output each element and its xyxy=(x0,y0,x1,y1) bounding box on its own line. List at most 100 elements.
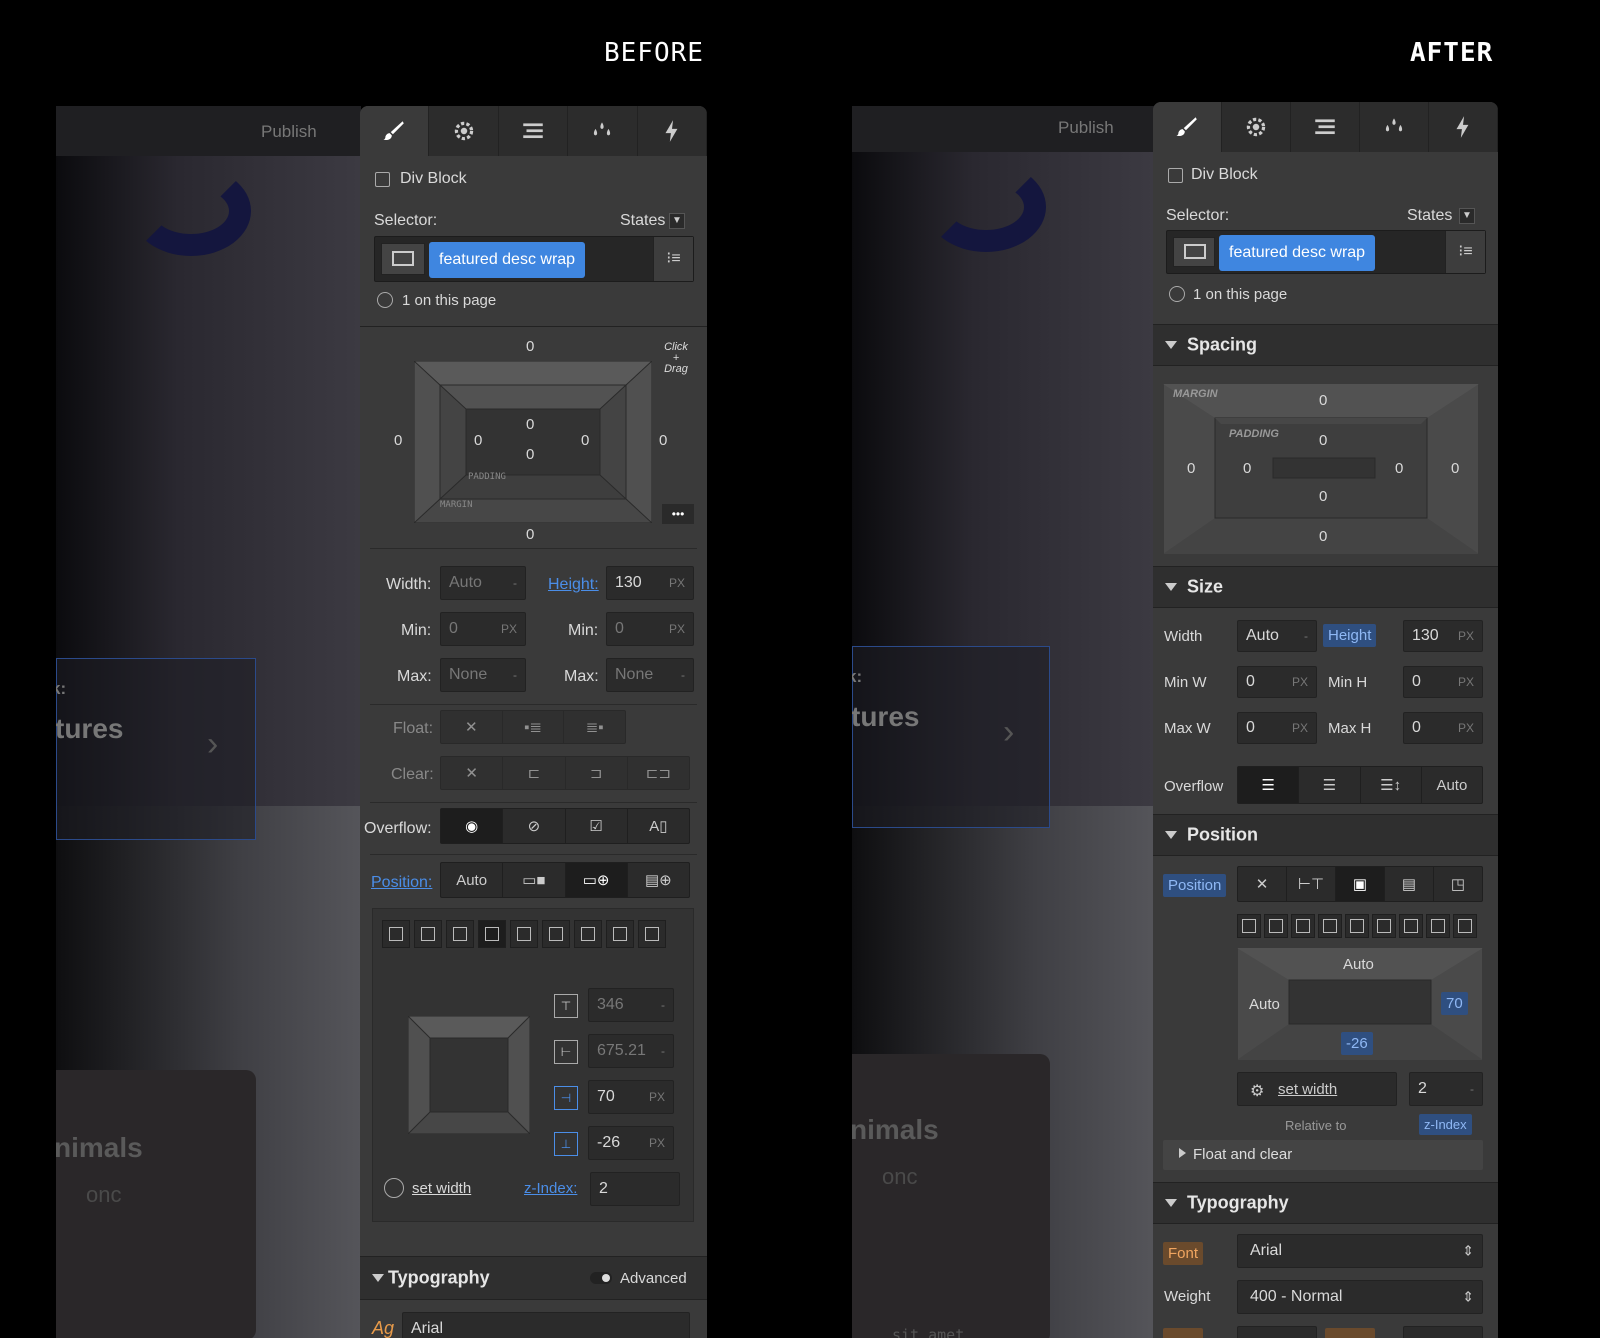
preset-bottom-right-icon[interactable] xyxy=(478,920,506,948)
position-relative-icon[interactable]: ⊢⊤ xyxy=(1287,867,1336,901)
margin-bottom[interactable]: 0 xyxy=(1319,528,1327,545)
font-size-input[interactable] xyxy=(1237,1326,1317,1338)
tab-style[interactable] xyxy=(360,106,430,156)
min-height-input[interactable]: 0 PX xyxy=(606,612,694,646)
preset-top-right-icon[interactable] xyxy=(414,920,442,948)
preset-top-icon[interactable] xyxy=(1426,914,1450,938)
min-width-input[interactable]: 0 PX xyxy=(1237,666,1317,698)
tab-navigator[interactable] xyxy=(1291,102,1360,152)
float-control[interactable]: ✕ ▪≣ ≣▪ xyxy=(440,710,626,744)
preset-top-left-icon[interactable] xyxy=(382,920,410,948)
margin-top[interactable]: 0 xyxy=(526,338,534,355)
set-width-button[interactable]: ⚙ set width xyxy=(1237,1072,1397,1106)
clear-right-icon[interactable]: ⊐ xyxy=(566,757,628,789)
overflow-scroll-icon[interactable]: ☰↕ xyxy=(1361,767,1422,803)
left-offset-input[interactable]: 675.21- xyxy=(588,1034,674,1068)
overflow-hidden-icon[interactable]: ☰ xyxy=(1299,767,1361,803)
selector-menu-icon[interactable]: ⁝≡ xyxy=(653,237,693,281)
class-chip[interactable]: featured desc wrap xyxy=(429,242,586,278)
max-width-input[interactable]: 0 PX xyxy=(1237,712,1317,744)
top-offset[interactable]: Auto xyxy=(1343,956,1374,973)
padding-top[interactable]: 0 xyxy=(1319,432,1327,449)
selector-menu-icon[interactable]: ⁝≡ xyxy=(1445,231,1485,273)
preset-bottom-right-icon[interactable] xyxy=(1318,914,1342,938)
left-offset[interactable]: Auto xyxy=(1249,996,1280,1013)
clear-both-icon[interactable]: ⊏⊐ xyxy=(628,757,689,789)
min-width-input[interactable]: 0 PX xyxy=(440,612,526,646)
float-none-icon[interactable]: ✕ xyxy=(441,711,503,743)
height-label[interactable]: Height xyxy=(1323,624,1377,647)
preset-left-icon[interactable] xyxy=(510,920,538,948)
zindex-input[interactable]: 2- xyxy=(1409,1072,1483,1106)
featured-card[interactable]: k: tures › xyxy=(852,646,1050,828)
line-height-input[interactable] xyxy=(1403,1326,1483,1338)
position-control[interactable]: Auto ▭■ ▭⊕ ▤⊕ xyxy=(440,862,690,898)
clear-left-icon[interactable]: ⊏ xyxy=(503,757,566,789)
zindex-label[interactable]: z-Index xyxy=(1419,1114,1472,1135)
spacing-section-header[interactable]: Spacing xyxy=(1153,324,1498,366)
margin-left[interactable]: 0 xyxy=(1187,460,1195,477)
preset-right-icon[interactable] xyxy=(1372,914,1396,938)
padding-bottom[interactable]: 0 xyxy=(1319,488,1327,505)
position-absolute-icon[interactable]: ▭⊕ xyxy=(565,863,628,897)
padding-bottom[interactable]: 0 xyxy=(526,446,534,463)
position-label[interactable]: Position xyxy=(1163,874,1227,897)
tab-settings[interactable] xyxy=(429,106,499,156)
preset-top-right-icon[interactable] xyxy=(1264,914,1288,938)
tab-interactions[interactable] xyxy=(638,106,707,156)
preset-bottom-left-icon[interactable] xyxy=(446,920,474,948)
position-sticky-icon[interactable]: ◳ xyxy=(1434,867,1482,901)
padding-left[interactable]: 0 xyxy=(1243,460,1251,477)
max-height-input[interactable]: 0 PX xyxy=(1403,712,1483,744)
height-label[interactable]: Height: xyxy=(548,576,599,594)
margin-bottom[interactable]: 0 xyxy=(526,526,534,543)
max-width-input[interactable]: None - xyxy=(440,658,526,692)
preset-top-icon[interactable] xyxy=(606,920,634,948)
overflow-auto[interactable]: Auto xyxy=(1422,767,1482,803)
right-offset[interactable]: 70 xyxy=(1441,992,1468,1015)
featured-card[interactable]: k: tures › xyxy=(56,658,256,840)
position-auto[interactable]: Auto xyxy=(441,863,504,897)
font-select[interactable]: Arial ⇕ xyxy=(1237,1234,1483,1268)
size-section-header[interactable]: Size xyxy=(1153,566,1498,608)
height-input[interactable]: 130 PX xyxy=(606,566,694,600)
typography-section-header[interactable]: Typography xyxy=(1153,1182,1498,1224)
preset-bottom-icon[interactable] xyxy=(574,920,602,948)
desktop-icon[interactable] xyxy=(381,243,425,275)
publish-button[interactable]: Publish xyxy=(1058,118,1114,138)
auto-icon[interactable]: A▯ xyxy=(628,809,689,843)
margin-right[interactable]: 0 xyxy=(1451,460,1459,477)
padding-right[interactable]: 0 xyxy=(581,432,589,449)
overflow-control[interactable]: ◉ ⊘ ☑ A▯ xyxy=(440,808,690,844)
clear-none-icon[interactable]: ✕ xyxy=(441,757,504,789)
preset-full-icon[interactable] xyxy=(638,920,666,948)
preset-left-icon[interactable] xyxy=(1345,914,1369,938)
class-chip[interactable]: featured desc wrap xyxy=(1219,235,1376,271)
padding-top[interactable]: 0 xyxy=(526,416,534,433)
font-label[interactable]: Font xyxy=(1163,1242,1204,1265)
float-right-icon[interactable]: ≣▪ xyxy=(564,711,625,743)
preset-full-icon[interactable] xyxy=(1453,914,1477,938)
states-dropdown-icon[interactable]: ▼ xyxy=(669,213,685,229)
tab-interactions[interactable] xyxy=(1429,102,1498,152)
font-select[interactable]: Arial xyxy=(402,1312,690,1338)
scroll-icon[interactable]: ☑ xyxy=(566,809,628,843)
line-height-badge[interactable] xyxy=(1325,1328,1375,1338)
bottom-offset-input[interactable]: -26 PX xyxy=(588,1126,674,1160)
bottom-offset[interactable]: -26 xyxy=(1341,1032,1373,1055)
margin-left[interactable]: 0 xyxy=(394,432,402,449)
height-input[interactable]: 130 PX xyxy=(1403,620,1483,652)
zindex-input[interactable]: 2 xyxy=(590,1172,680,1206)
more-icon[interactable]: ••• xyxy=(662,504,694,524)
right-offset-input[interactable]: 70 PX xyxy=(588,1080,674,1114)
eye-off-icon[interactable]: ⊘ xyxy=(503,809,566,843)
top-offset-input[interactable]: 346- xyxy=(588,988,674,1022)
overflow-control[interactable]: ☰ ☰ ☰↕ Auto xyxy=(1237,766,1483,804)
position-section-header[interactable]: Position xyxy=(1153,814,1498,856)
advanced-toggle[interactable] xyxy=(590,1272,612,1284)
tab-navigator[interactable] xyxy=(499,106,569,156)
min-height-input[interactable]: 0 PX xyxy=(1403,666,1483,698)
eye-icon[interactable]: ◉ xyxy=(441,809,504,843)
tab-style-manager[interactable] xyxy=(568,106,638,156)
preset-top-left-icon[interactable] xyxy=(1237,914,1261,938)
